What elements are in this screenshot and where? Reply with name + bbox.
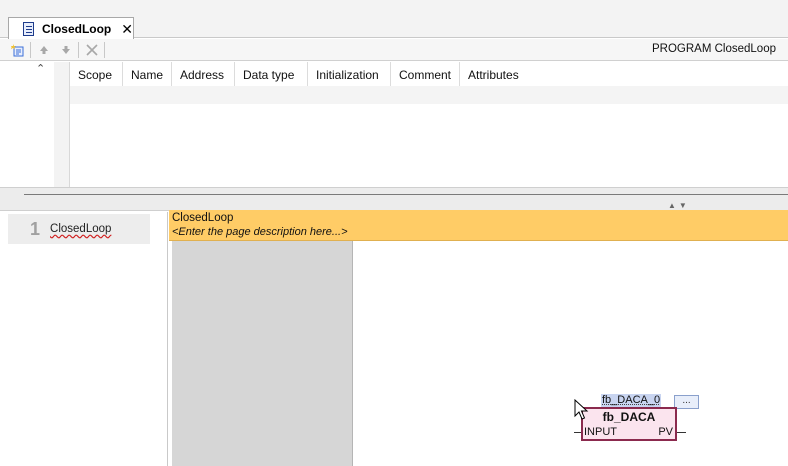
column-attributes[interactable]: Attributes [460, 62, 550, 86]
column-initialization[interactable]: Initialization [308, 62, 391, 86]
page-list-item[interactable]: 1 ClosedLoop [8, 214, 150, 244]
program-title: PROGRAM ClosedLoop [652, 43, 776, 55]
column-data-type[interactable]: Data type [235, 62, 308, 86]
collapse-icon[interactable]: ⌃ [36, 62, 45, 75]
function-block[interactable]: fb_DACA INPUT PV [581, 407, 677, 441]
fb-output-label: PV [658, 426, 673, 438]
cfc-editor-canvas[interactable]: ClosedLoop <Enter the page description h… [169, 210, 788, 466]
toolbar-separator [30, 42, 31, 58]
page-header-title: ClosedLoop [172, 212, 234, 224]
toolbar-separator [104, 42, 105, 58]
tab-closedloop[interactable]: ClosedLoop ✕ [8, 17, 134, 39]
column-scope[interactable]: Scope [70, 62, 123, 86]
splitter-line [24, 194, 788, 195]
editor-tab-strip: ClosedLoop ✕ [0, 0, 788, 39]
column-name[interactable]: Name [123, 62, 172, 86]
splitter-arrows-icon[interactable]: ▲▼ [668, 201, 690, 210]
column-address[interactable]: Address [172, 62, 235, 86]
move-down-icon[interactable] [58, 42, 74, 58]
document-icon [23, 21, 34, 36]
page-description[interactable]: <Enter the page description here...> [172, 225, 788, 239]
fb-input-label: INPUT [584, 426, 617, 438]
page-header[interactable]: ClosedLoop <Enter the page description h… [169, 210, 788, 241]
declaration-row-gutter [54, 62, 70, 187]
declaration-empty-row[interactable] [70, 86, 788, 104]
fb-output-pin[interactable] [677, 432, 686, 433]
tab-label: ClosedLoop [41, 21, 112, 36]
mouse-cursor-icon [574, 399, 589, 420]
column-comment[interactable]: Comment [391, 62, 460, 86]
close-icon[interactable]: ✕ [121, 22, 133, 36]
move-up-icon[interactable] [36, 42, 52, 58]
page-number: 1 [30, 218, 41, 239]
input-assistant-button[interactable]: ... [674, 395, 699, 409]
toolbar-separator [78, 42, 79, 58]
pane-splitter[interactable]: ▲▼ [0, 187, 788, 211]
declaration-toolbar: PROGRAM ClosedLoop [0, 39, 788, 61]
declaration-header: Scope Name Address Data type Initializat… [70, 62, 788, 86]
declaration-table: ⌃ Scope Name Address Data type Initializ… [6, 62, 788, 187]
add-variable-icon[interactable] [10, 42, 26, 58]
editor-left-margin [172, 241, 353, 466]
fb-type-name: fb_DACA [602, 410, 656, 424]
delete-icon[interactable] [84, 42, 100, 58]
page-name: ClosedLoop [50, 223, 112, 235]
fb-instance-name[interactable]: fb_DACA_0 [601, 394, 662, 407]
page-list: 1 ClosedLoop [6, 212, 168, 466]
